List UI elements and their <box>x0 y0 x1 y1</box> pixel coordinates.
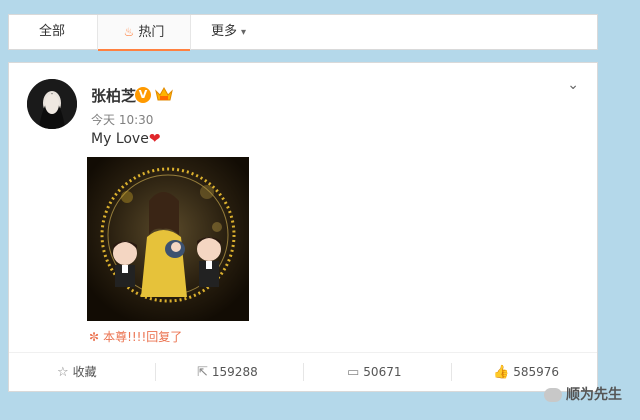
heart-icon: ❤ <box>148 131 161 147</box>
avatar[interactable] <box>27 79 77 129</box>
tab-hot-label: 热门 <box>138 25 165 40</box>
username[interactable]: 张柏芝 <box>91 85 136 106</box>
action-divider <box>451 363 452 381</box>
post-text-content: My Love <box>91 131 149 147</box>
active-tab-indicator <box>98 49 190 51</box>
weibo-post-card: 张柏芝 V 今天 10:30 ⌄ My Love❤ ✼ 本尊!!!!回复了 ☆ … <box>8 62 598 392</box>
action-divider <box>303 363 304 381</box>
post-image[interactable] <box>87 157 249 321</box>
comment-button[interactable]: ▭ 50671 <box>347 353 401 391</box>
watermark: 顺为先生 <box>544 384 622 404</box>
post-timestamp[interactable]: 今天 10:30 <box>91 111 153 128</box>
share-icon: ⇱ <box>197 365 208 380</box>
chevron-down-icon: ▾ <box>241 27 247 38</box>
comment-count: 50671 <box>363 365 402 379</box>
wechat-icon <box>544 388 562 402</box>
flower-icon: ✼ <box>89 330 100 344</box>
tab-all[interactable]: 全部 <box>39 15 65 49</box>
chevron-down-icon[interactable]: ⌄ <box>567 77 579 93</box>
fire-icon: ♨ <box>123 25 135 39</box>
favorite-button[interactable]: ☆ 收藏 <box>57 353 97 391</box>
post-text: My Love❤ <box>91 131 161 147</box>
feed-tab-bar: 全部 ♨ 热门 更多 ▾ <box>8 14 598 51</box>
repost-button[interactable]: ⇱ 159288 <box>197 353 258 391</box>
thumbs-up-icon: 👍 <box>493 365 510 380</box>
member-crown-icon <box>154 85 174 103</box>
comment-icon: ▭ <box>347 365 360 380</box>
like-count: 585976 <box>513 365 559 379</box>
tab-more-label: 更多 <box>211 24 238 39</box>
watermark-text: 顺为先生 <box>566 387 622 403</box>
tab-hot[interactable]: ♨ 热门 <box>97 15 191 51</box>
tab-more[interactable]: 更多 ▾ <box>211 15 246 49</box>
repost-count: 159288 <box>211 365 258 379</box>
action-divider <box>155 363 156 381</box>
post-action-bar: ☆ 收藏 ⇱ 159288 ▭ 50671 👍 585976 <box>9 352 597 391</box>
reply-text: 本尊!!!!回复了 <box>103 330 183 344</box>
verified-badge-icon: V <box>135 87 151 103</box>
favorite-label: 收藏 <box>72 365 97 379</box>
star-icon: ☆ <box>57 365 69 380</box>
star-reply-indicator[interactable]: ✼ 本尊!!!!回复了 <box>89 328 182 345</box>
